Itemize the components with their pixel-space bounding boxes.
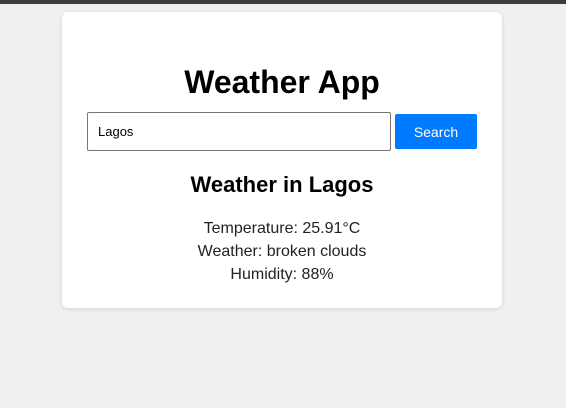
weather-description-text: Weather: broken clouds <box>197 243 367 260</box>
weather-details: Temperature: 25.91°C Weather: broken clo… <box>62 217 502 286</box>
page-title: Weather App <box>184 64 380 100</box>
humidity-text: Humidity: 88% <box>230 266 334 283</box>
weather-card: Weather App Search Weather in Lagos Temp… <box>62 12 502 308</box>
temperature-text: Temperature: 25.91°C <box>203 220 361 237</box>
city-search-input[interactable] <box>87 112 391 151</box>
weather-result-heading: Weather in Lagos <box>190 172 374 197</box>
browser-top-bar <box>0 0 566 4</box>
search-button[interactable]: Search <box>395 114 477 149</box>
